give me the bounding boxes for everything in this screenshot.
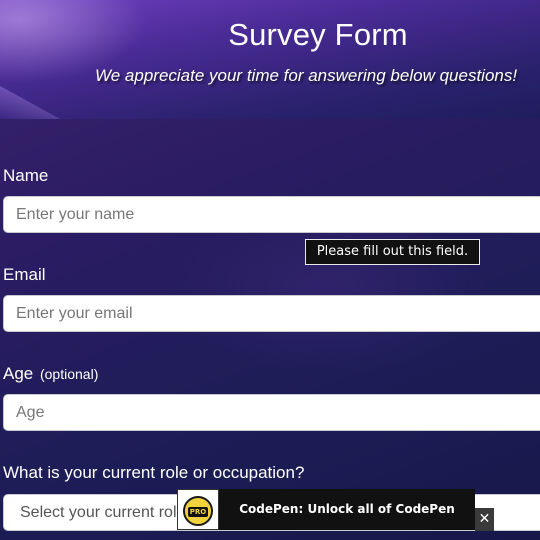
name-label: Name bbox=[3, 166, 49, 185]
page-title: Survey Form bbox=[228, 17, 408, 52]
email-label: Email bbox=[3, 265, 46, 284]
codepen-promo-banner[interactable]: PRO CodePen: Unlock all of CodePen bbox=[177, 489, 475, 530]
age-label: Age (optional) bbox=[3, 364, 98, 384]
name-field[interactable] bbox=[3, 196, 540, 233]
role-label: What is your current role or occupation? bbox=[3, 463, 305, 482]
pro-icon: PRO bbox=[177, 489, 219, 530]
page-subtitle: We appreciate your time for answering be… bbox=[95, 66, 518, 85]
age-field[interactable] bbox=[3, 394, 540, 431]
survey-header: Survey Form We appreciate your time for … bbox=[0, 0, 540, 119]
pro-badge: PRO bbox=[183, 496, 213, 526]
age-label-text: Age bbox=[3, 364, 34, 383]
email-field[interactable] bbox=[3, 295, 540, 332]
role-select-value: Select your current role bbox=[20, 504, 186, 521]
validation-tooltip: Please fill out this field. bbox=[305, 239, 480, 265]
promo-text[interactable]: CodePen: Unlock all of CodePen bbox=[219, 502, 475, 516]
close-icon[interactable]: ✕ bbox=[475, 508, 494, 531]
optional-hint: (optional) bbox=[39, 366, 99, 382]
pro-badge-text: PRO bbox=[188, 507, 208, 517]
